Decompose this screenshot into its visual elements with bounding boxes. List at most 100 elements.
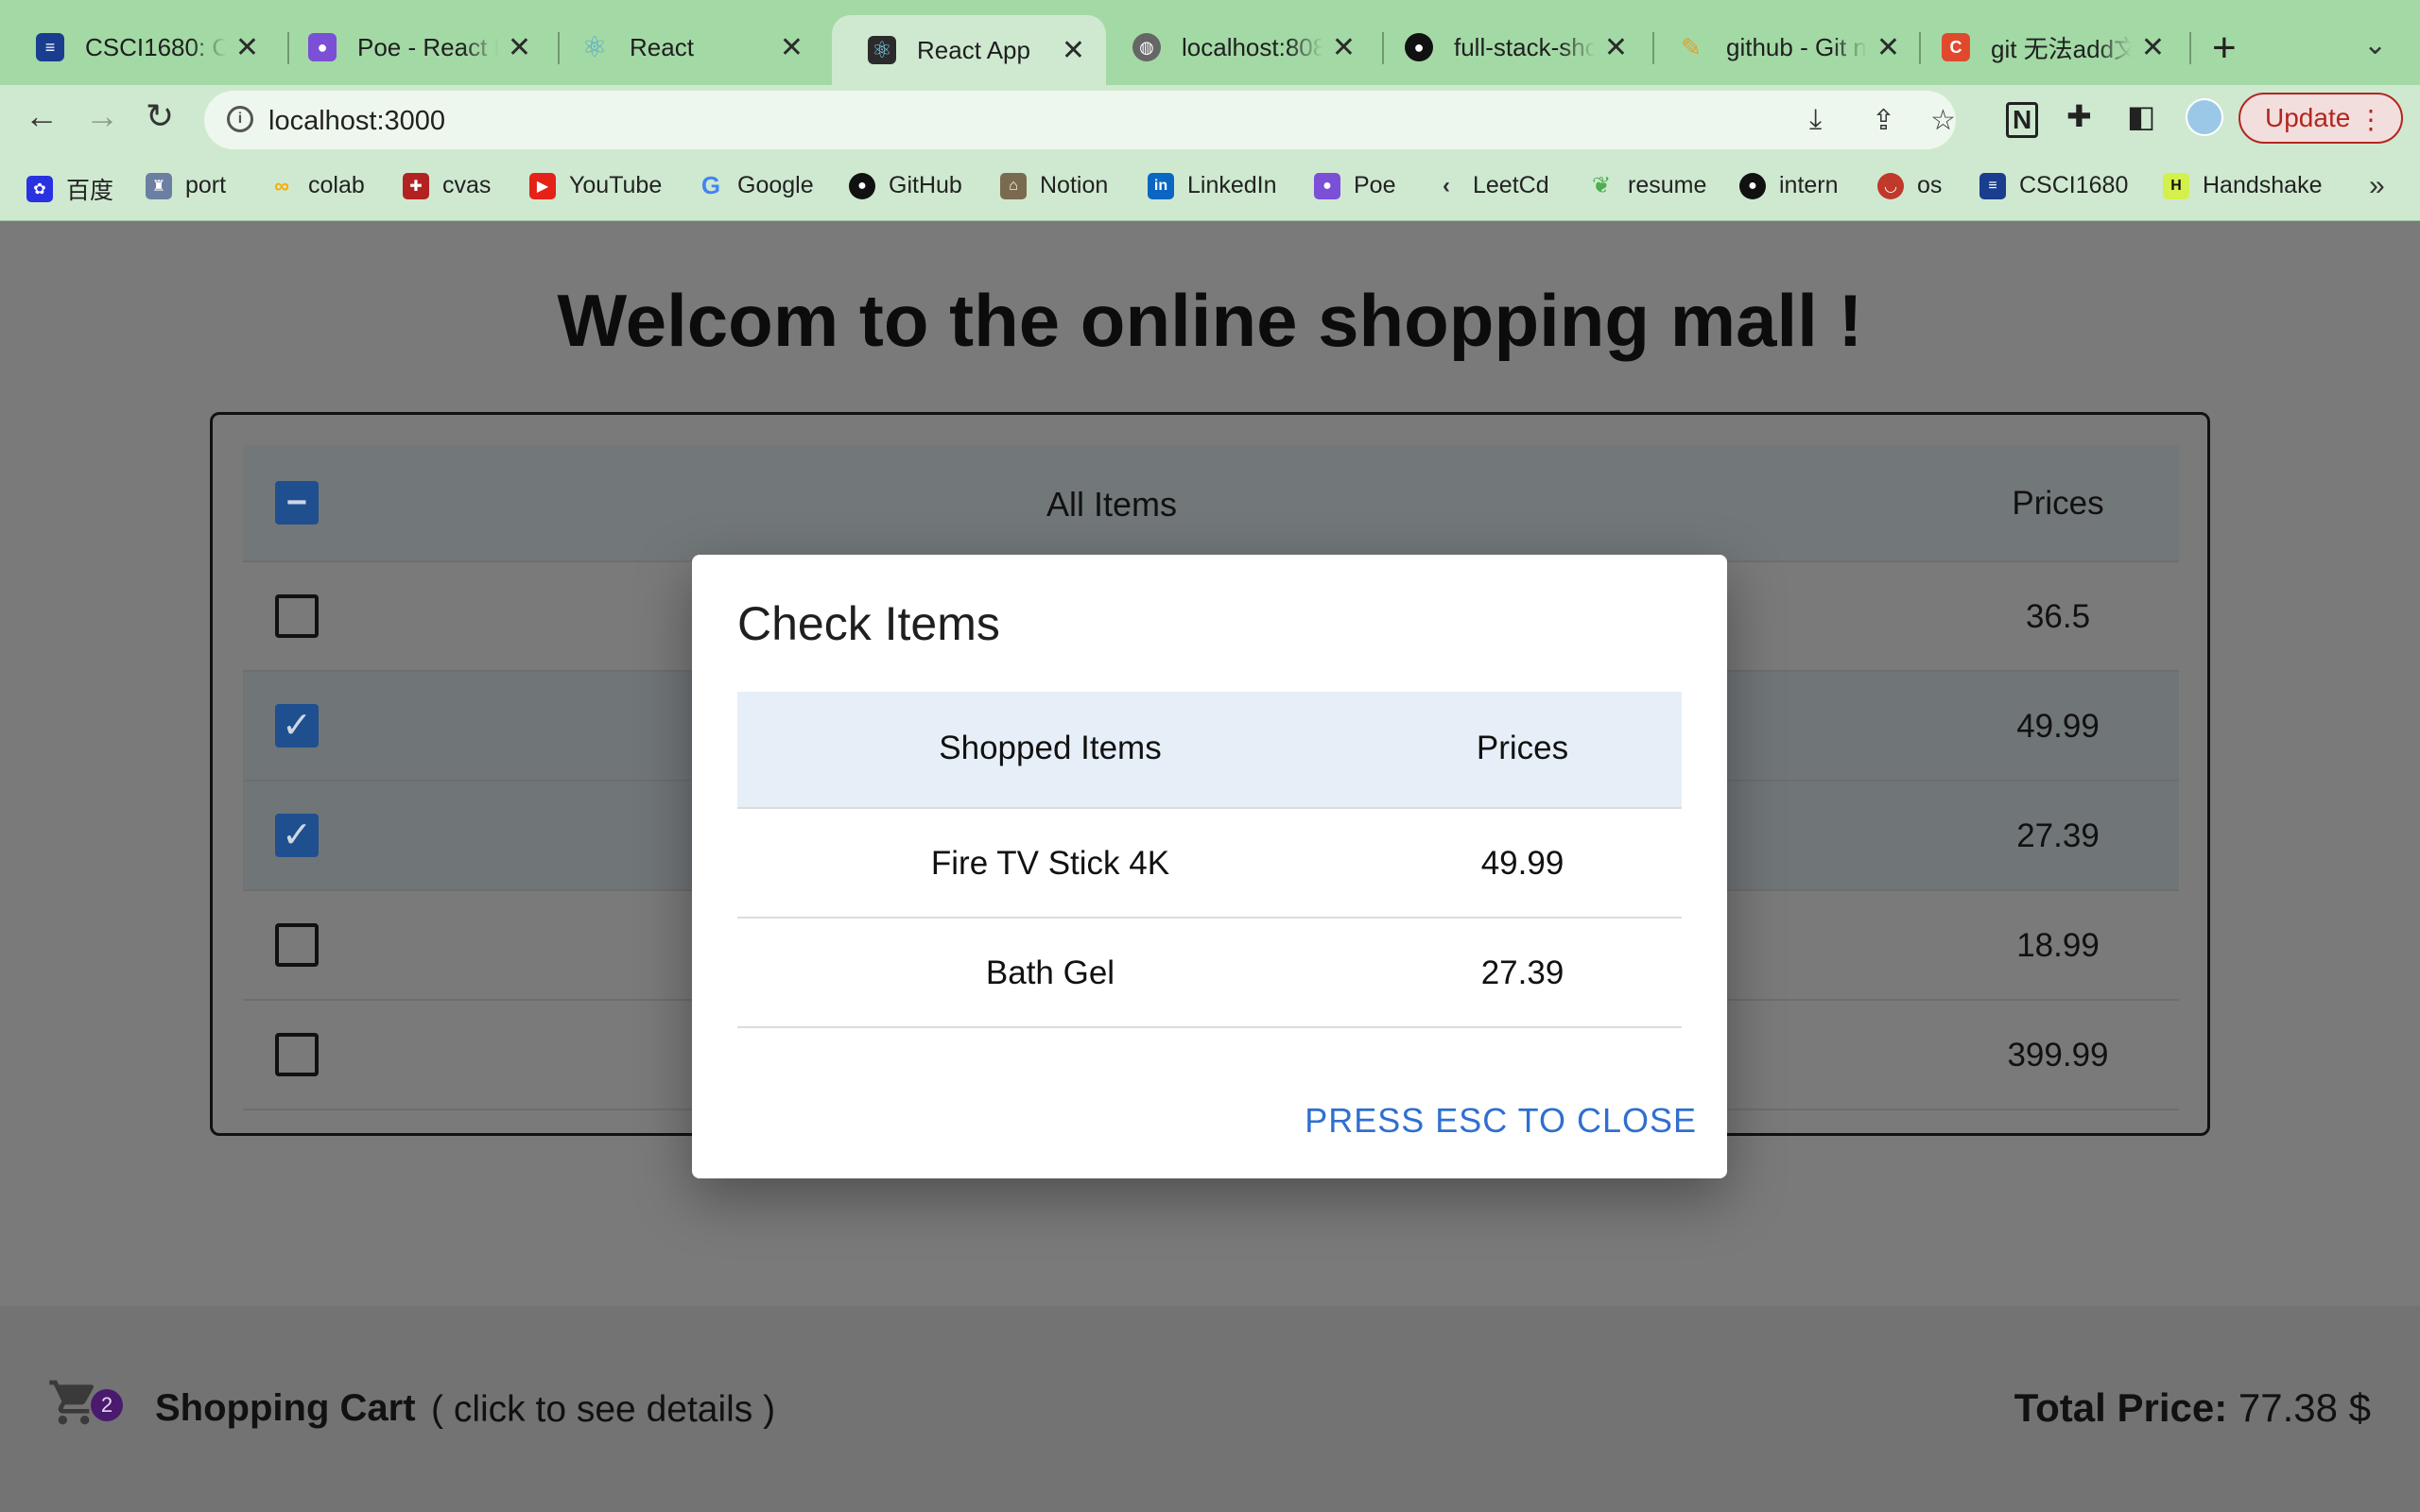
tab-strip: ≡ CSCI1680: Co ✕ ● Poe - React Er ✕ ⚛ Re… bbox=[0, 0, 2420, 85]
bookmark-notion[interactable]: ⌂ Notion bbox=[1000, 172, 1108, 199]
close-tab-icon[interactable]: ✕ bbox=[1332, 31, 1356, 64]
row-checkbox[interactable] bbox=[275, 594, 319, 638]
update-button[interactable]: Update ⋮ bbox=[2238, 93, 2403, 144]
row-price: 18.99 bbox=[2016, 927, 2100, 964]
close-tab-icon[interactable]: ✕ bbox=[235, 31, 259, 64]
tab-title: CSCI1680: Co bbox=[85, 32, 226, 61]
bookmark-os[interactable]: ◡ os bbox=[1877, 172, 1942, 199]
header-all-items: All Items bbox=[1046, 485, 1178, 524]
cart-hint[interactable]: ( click to see details ) bbox=[431, 1389, 775, 1431]
bookmark-colab[interactable]: ∞ colab bbox=[268, 172, 365, 199]
header-prices: Prices bbox=[2012, 485, 2104, 522]
globe-icon: ◍ bbox=[1132, 33, 1161, 61]
install-icon[interactable]: ⤓ bbox=[1809, 104, 1822, 136]
row-price: 36.5 bbox=[2025, 598, 2091, 635]
close-tab-icon[interactable]: ✕ bbox=[1604, 31, 1628, 64]
github-icon: ● bbox=[1739, 172, 1766, 199]
item-name: Bath Gel bbox=[985, 954, 1115, 991]
bookmark-leetcd[interactable]: ‹ LeetCd bbox=[1433, 172, 1549, 199]
github-icon: ● bbox=[1405, 33, 1433, 61]
bookmark-google[interactable]: G Google bbox=[698, 171, 814, 199]
tab-csci1680[interactable]: ≡ CSCI1680: Co ✕ bbox=[0, 15, 280, 79]
bookmark-baidu[interactable]: ✿ 百度 bbox=[26, 172, 113, 206]
tab-github-git[interactable]: ✎ github - Git nc ✕ bbox=[1641, 15, 1921, 79]
tab-react-app[interactable]: ⚛ React App ✕ bbox=[832, 15, 1106, 85]
stripes-icon: ≡ bbox=[1979, 172, 2006, 199]
notion-icon[interactable]: N bbox=[2006, 102, 2039, 138]
tab-title: full-stack-sho bbox=[1454, 32, 1595, 61]
close-tab-icon[interactable]: ✕ bbox=[780, 31, 804, 64]
google-icon: G bbox=[700, 171, 721, 199]
item-name: Fire TV Stick 4K bbox=[930, 845, 1170, 882]
close-dialog-button[interactable]: PRESS ESC TO CLOSE bbox=[1305, 1101, 1697, 1141]
dialog-table-header: Shopped Items Prices bbox=[737, 692, 1682, 809]
bookmark-cvas[interactable]: ✚ cvas bbox=[403, 172, 491, 199]
bookmark-label: port bbox=[185, 172, 227, 198]
linkedin-icon: in bbox=[1148, 172, 1174, 199]
select-all-checkbox[interactable]: − bbox=[275, 481, 319, 524]
github-icon: ● bbox=[849, 172, 875, 199]
update-label: Update bbox=[2265, 103, 2351, 132]
close-tab-icon[interactable]: ✕ bbox=[508, 31, 531, 64]
react-icon: ⚛ bbox=[868, 36, 896, 64]
close-tab-icon[interactable]: ✕ bbox=[1876, 31, 1900, 64]
bookmark-star-icon[interactable]: ☆ bbox=[1930, 104, 1956, 137]
bookmark-handshake[interactable]: H Handshake bbox=[2163, 172, 2322, 199]
bookmark-label: GitHub bbox=[889, 172, 962, 198]
row-checkbox[interactable]: ✓ bbox=[275, 814, 319, 857]
row-checkbox[interactable] bbox=[275, 1033, 319, 1076]
forward-icon[interactable]: → bbox=[85, 96, 119, 136]
bookmark-label: Notion bbox=[1040, 172, 1109, 198]
side-panel-icon[interactable]: ◧ bbox=[2127, 98, 2155, 134]
tab-localhost[interactable]: ◍ localhost:808 ✕ bbox=[1097, 15, 1376, 79]
tower-icon: ♜ bbox=[146, 172, 172, 199]
chevron-down-icon[interactable]: ⌄ bbox=[2363, 28, 2387, 61]
tab-title: React bbox=[630, 32, 694, 61]
bookmark-label: os bbox=[1917, 172, 1943, 198]
row-checkbox[interactable]: ✓ bbox=[275, 704, 319, 747]
site-info-icon[interactable]: i bbox=[227, 106, 253, 132]
tab-react[interactable]: ⚛ React ✕ bbox=[544, 15, 824, 79]
tab-title: Poe - React Er bbox=[357, 32, 498, 61]
more-bookmarks-icon[interactable]: » bbox=[2369, 170, 2385, 202]
row-price: 27.39 bbox=[2016, 817, 2100, 854]
tab-title: React App bbox=[917, 35, 1030, 64]
cart-title[interactable]: Shopping Cart bbox=[155, 1387, 416, 1430]
bookmark-linkedin[interactable]: in LinkedIn bbox=[1148, 172, 1277, 199]
bookmark-poe[interactable]: ● Poe bbox=[1314, 172, 1395, 199]
total-label: Total Price: bbox=[2014, 1385, 2228, 1430]
colab-icon: ∞ bbox=[274, 173, 289, 198]
bookmark-github[interactable]: ● GitHub bbox=[849, 172, 962, 199]
pen-icon: ✎ bbox=[1681, 32, 1702, 61]
bookmark-youtube[interactable]: ▶ YouTube bbox=[529, 172, 662, 199]
bookmark-intern[interactable]: ● intern bbox=[1739, 172, 1839, 199]
tab-github-repo[interactable]: ● full-stack-sho ✕ bbox=[1369, 15, 1649, 79]
csdn-icon: C bbox=[1942, 33, 1970, 61]
row-price: 399.99 bbox=[2007, 1037, 2109, 1074]
share-icon[interactable]: ⇪ bbox=[1872, 104, 1895, 137]
bookmark-csci1680[interactable]: ≡ CSCI1680 bbox=[1979, 172, 2128, 199]
bookmark-label: colab bbox=[308, 172, 365, 198]
bookmark-resume[interactable]: ❦ resume bbox=[1588, 172, 1706, 199]
tab-csdn[interactable]: C git 无法add文 ✕ bbox=[1906, 15, 2186, 79]
tab-poe[interactable]: ● Poe - React Er ✕ bbox=[272, 15, 552, 79]
table-header: − All Items Prices bbox=[243, 445, 2179, 562]
bookmark-label: Poe bbox=[1354, 172, 1396, 198]
back-icon[interactable]: ← bbox=[25, 96, 59, 136]
extensions-icon[interactable]: ✚ bbox=[2066, 98, 2092, 134]
profile-avatar[interactable] bbox=[2186, 98, 2223, 136]
url-text[interactable]: localhost:3000 bbox=[268, 106, 445, 137]
address-bar[interactable]: i localhost:3000 ⤓ ⇪ ☆ bbox=[204, 91, 1956, 149]
close-tab-icon[interactable]: ✕ bbox=[2141, 31, 2165, 64]
menu-dots-icon[interactable]: ⋮ bbox=[2358, 104, 2384, 135]
row-checkbox[interactable] bbox=[275, 923, 319, 967]
bookmark-label: Google bbox=[737, 172, 814, 198]
react-icon: ⚛ bbox=[581, 31, 608, 63]
new-tab-icon[interactable]: + bbox=[2212, 25, 2237, 72]
close-tab-icon[interactable]: ✕ bbox=[1062, 34, 1085, 67]
reload-icon[interactable]: ↻ bbox=[146, 96, 174, 136]
table-row: Bath Gel 27.39 bbox=[737, 919, 1682, 1028]
leetcode-icon: ‹ bbox=[1443, 172, 1450, 198]
bookmark-label: resume bbox=[1628, 172, 1707, 198]
bookmark-port[interactable]: ♜ port bbox=[146, 172, 226, 199]
